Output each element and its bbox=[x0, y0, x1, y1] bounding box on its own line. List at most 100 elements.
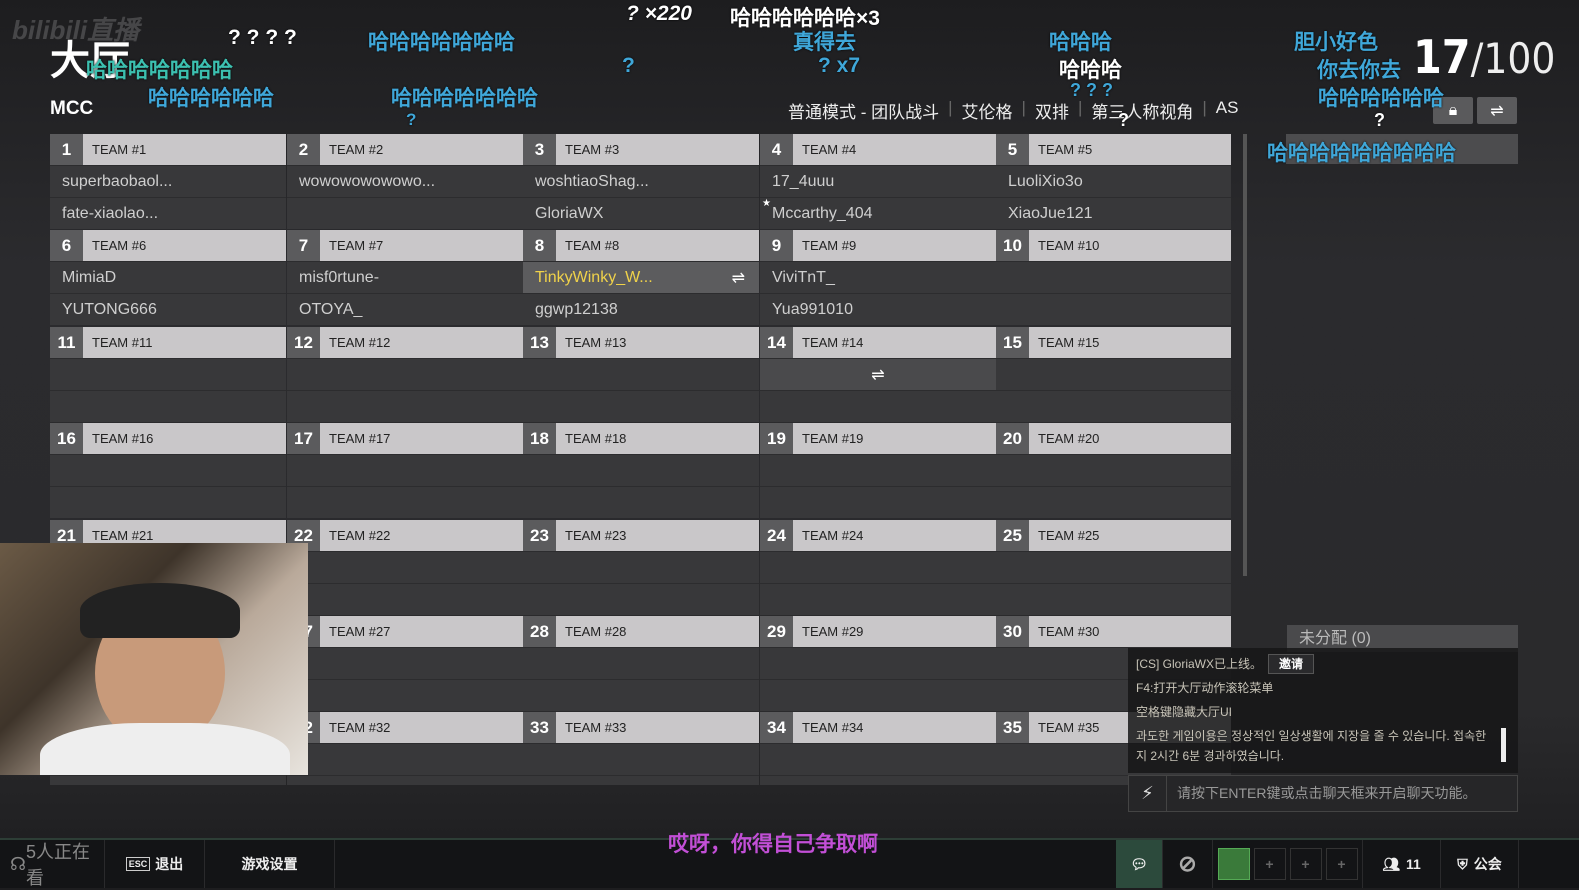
player-slot[interactable] bbox=[287, 197, 523, 229]
team-header[interactable]: 3 TEAM #3 bbox=[523, 134, 759, 165]
player-slot[interactable]: ggwp12138 bbox=[523, 293, 759, 325]
team-header[interactable]: 8 TEAM #8 bbox=[523, 230, 759, 261]
player-slot[interactable] bbox=[996, 486, 1231, 518]
player-slot[interactable] bbox=[287, 647, 523, 679]
player-slot[interactable] bbox=[287, 454, 523, 486]
player-slot[interactable] bbox=[523, 358, 759, 390]
player-slot[interactable] bbox=[760, 743, 996, 775]
player-slot[interactable] bbox=[287, 358, 523, 390]
player-slot[interactable]: 17_4uuu bbox=[760, 165, 996, 197]
team-header[interactable]: 9 TEAM #9 bbox=[760, 230, 996, 261]
team-header[interactable]: 20 TEAM #20 bbox=[996, 423, 1231, 454]
team-header[interactable]: 24 TEAM #24 bbox=[760, 520, 996, 551]
team-header[interactable]: 1 TEAM #1 bbox=[50, 134, 286, 165]
team-header[interactable]: 18 TEAM #18 bbox=[523, 423, 759, 454]
team-header[interactable]: 28 TEAM #28 bbox=[523, 616, 759, 647]
team-header[interactable]: 6 TEAM #6 bbox=[50, 230, 286, 261]
squad-avatar[interactable] bbox=[1217, 848, 1250, 880]
player-slot[interactable] bbox=[760, 390, 996, 422]
team-header[interactable]: 14 TEAM #14 bbox=[760, 327, 996, 358]
player-slot[interactable] bbox=[760, 454, 996, 486]
swap-arrows-icon[interactable]: ⇌ bbox=[871, 365, 884, 385]
team-header[interactable]: 30 TEAM #30 bbox=[996, 616, 1231, 647]
player-slot[interactable] bbox=[760, 551, 996, 583]
player-slot[interactable] bbox=[287, 743, 523, 775]
radar-button[interactable]: ⊘ bbox=[1163, 840, 1213, 888]
player-slot[interactable] bbox=[287, 775, 523, 785]
player-slot[interactable]: woshtiaoShag... bbox=[523, 165, 759, 197]
team-header[interactable]: 2 TEAM #2 bbox=[287, 134, 523, 165]
player-slot[interactable]: LuoliXio3o bbox=[996, 165, 1231, 197]
player-slot[interactable] bbox=[523, 390, 759, 422]
player-slot[interactable]: GloriaWX bbox=[523, 197, 759, 229]
team-header[interactable]: 19 TEAM #19 bbox=[760, 423, 996, 454]
player-slot[interactable] bbox=[523, 743, 759, 775]
team-header[interactable]: 12 TEAM #12 bbox=[287, 327, 523, 358]
player-slot[interactable] bbox=[523, 647, 759, 679]
player-slot[interactable]: ⇌ TinkyWinky_W... bbox=[523, 261, 759, 293]
player-slot[interactable] bbox=[523, 486, 759, 518]
team-header[interactable]: 13 TEAM #13 bbox=[523, 327, 759, 358]
team-header[interactable]: 34 TEAM #34 bbox=[760, 712, 996, 743]
grid-scrollbar[interactable] bbox=[1243, 134, 1247, 576]
invite-button[interactable]: 邀请 bbox=[1268, 654, 1315, 674]
team-header[interactable]: 23 TEAM #23 bbox=[523, 520, 759, 551]
chat-scrollbar[interactable] bbox=[1501, 728, 1506, 762]
player-slot[interactable]: XiaoJue121 bbox=[996, 197, 1231, 229]
player-slot[interactable] bbox=[287, 583, 523, 615]
swap-button[interactable]: ⇌ bbox=[1477, 97, 1517, 124]
team-header[interactable]: 27TEAM #27 bbox=[287, 616, 523, 647]
player-slot[interactable] bbox=[50, 486, 286, 518]
player-slot[interactable]: MimiaD bbox=[50, 261, 286, 293]
player-slot[interactable] bbox=[996, 261, 1231, 293]
chat-input[interactable]: ⚡︎ 请按下ENTER键或点击聊天框来开启聊天功能。 bbox=[1128, 775, 1518, 812]
player-slot[interactable] bbox=[523, 583, 759, 615]
game-settings-button[interactable]: 游戏设置 bbox=[205, 840, 335, 888]
player-slot[interactable]: fate-xiaolao... bbox=[50, 197, 286, 229]
player-slot[interactable] bbox=[760, 583, 996, 615]
player-slot[interactable] bbox=[760, 679, 996, 711]
player-slot[interactable] bbox=[996, 390, 1231, 422]
team-header[interactable]: 16 TEAM #16 bbox=[50, 423, 286, 454]
player-slot[interactable] bbox=[287, 486, 523, 518]
invite-slot[interactable]: + bbox=[1253, 848, 1286, 880]
player-slot[interactable] bbox=[523, 551, 759, 583]
team-header[interactable]: 15 TEAM #15 bbox=[996, 327, 1231, 358]
player-slot[interactable] bbox=[760, 486, 996, 518]
player-slot[interactable] bbox=[287, 390, 523, 422]
player-slot[interactable] bbox=[523, 775, 759, 785]
player-slot[interactable] bbox=[50, 775, 286, 785]
team-header[interactable]: 29 TEAM #29 bbox=[760, 616, 996, 647]
player-slot[interactable] bbox=[50, 358, 286, 390]
player-slot[interactable] bbox=[760, 775, 996, 785]
team-header[interactable]: 11 TEAM #11 bbox=[50, 327, 286, 358]
team-header[interactable]: 25 TEAM #25 bbox=[996, 520, 1231, 551]
player-slot[interactable]: YUTONG666 bbox=[50, 293, 286, 325]
player-slot[interactable] bbox=[996, 293, 1231, 325]
player-slot[interactable] bbox=[996, 454, 1231, 486]
player-slot[interactable] bbox=[996, 358, 1231, 390]
team-header[interactable]: 22 TEAM #22 bbox=[287, 520, 523, 551]
team-header[interactable]: 33 TEAM #33 bbox=[523, 712, 759, 743]
chat-button[interactable]: 💬︎ bbox=[1116, 840, 1163, 888]
invite-slot[interactable]: + bbox=[1289, 848, 1322, 880]
player-slot[interactable] bbox=[287, 679, 523, 711]
team-header[interactable]: 10 TEAM #10 bbox=[996, 230, 1231, 261]
player-slot[interactable]: Yua991010 bbox=[760, 293, 996, 325]
team-header[interactable]: 7 TEAM #7 bbox=[287, 230, 523, 261]
invite-slot[interactable]: + bbox=[1325, 848, 1358, 880]
lightning-icon[interactable]: ⚡︎ bbox=[1129, 776, 1167, 811]
player-slot[interactable] bbox=[996, 551, 1231, 583]
player-slot[interactable] bbox=[523, 679, 759, 711]
player-slot[interactable]: ViviTnT_ bbox=[760, 261, 996, 293]
player-slot[interactable]: superbaobaol... bbox=[50, 165, 286, 197]
friends-button[interactable]: 👥︎ 11 bbox=[1363, 840, 1441, 888]
player-slot[interactable]: ⇌ bbox=[760, 358, 996, 390]
exit-button[interactable]: ESC 退出 bbox=[105, 840, 205, 888]
team-header[interactable]: 5 TEAM #5 bbox=[996, 134, 1231, 165]
player-slot[interactable] bbox=[287, 551, 523, 583]
guild-button[interactable]: ⛨ 公会 bbox=[1441, 840, 1519, 888]
swap-arrows-icon[interactable]: ⇌ bbox=[732, 268, 745, 288]
player-slot[interactable]: ★ Mccarthy_404 bbox=[760, 197, 996, 229]
team-header[interactable]: 4 TEAM #4 bbox=[760, 134, 996, 165]
